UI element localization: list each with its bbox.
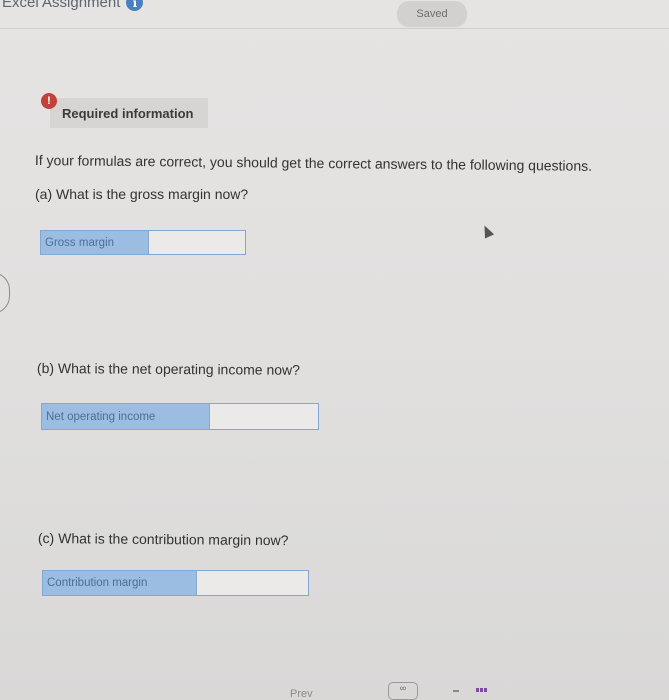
contribution-margin-label: Contribution margin (43, 571, 196, 595)
net-operating-income-row: Net operating income (41, 403, 319, 430)
page-link-icon[interactable]: ∞ (388, 682, 418, 700)
gross-margin-input[interactable] (148, 231, 245, 254)
mouse-cursor-icon (479, 223, 495, 239)
exclamation-icon: ! (41, 93, 57, 109)
assignment-title: Excel Assignment (2, 0, 121, 11)
question-c: (c) What is the contribution margin now? (37, 530, 289, 549)
side-panel-tab[interactable] (0, 272, 10, 314)
assignment-header: Excel Assignment i (2, 0, 144, 11)
question-a: (a) What is the gross margin now? (35, 186, 249, 202)
header-divider (0, 28, 669, 29)
saved-status-badge: Saved (397, 1, 467, 27)
question-b: (b) What is the net operating income now… (36, 360, 301, 378)
footer-divider (453, 690, 459, 692)
instruction-text: If your formulas are correct, you should… (34, 152, 593, 174)
net-operating-income-input[interactable] (209, 404, 318, 429)
contribution-margin-input[interactable] (196, 571, 308, 595)
gross-margin-label: Gross margin (41, 231, 148, 254)
gross-margin-row: Gross margin (40, 230, 246, 255)
info-icon[interactable]: i (126, 0, 144, 11)
grid-icon[interactable] (476, 688, 488, 692)
footer-nav: Prev ∞ (0, 680, 669, 700)
prev-button[interactable]: Prev (290, 688, 313, 700)
required-information-label: Required information (62, 105, 194, 121)
net-operating-income-label: Net operating income (42, 404, 209, 429)
contribution-margin-row: Contribution margin (42, 570, 309, 596)
required-information-banner[interactable]: Required information (50, 98, 208, 128)
